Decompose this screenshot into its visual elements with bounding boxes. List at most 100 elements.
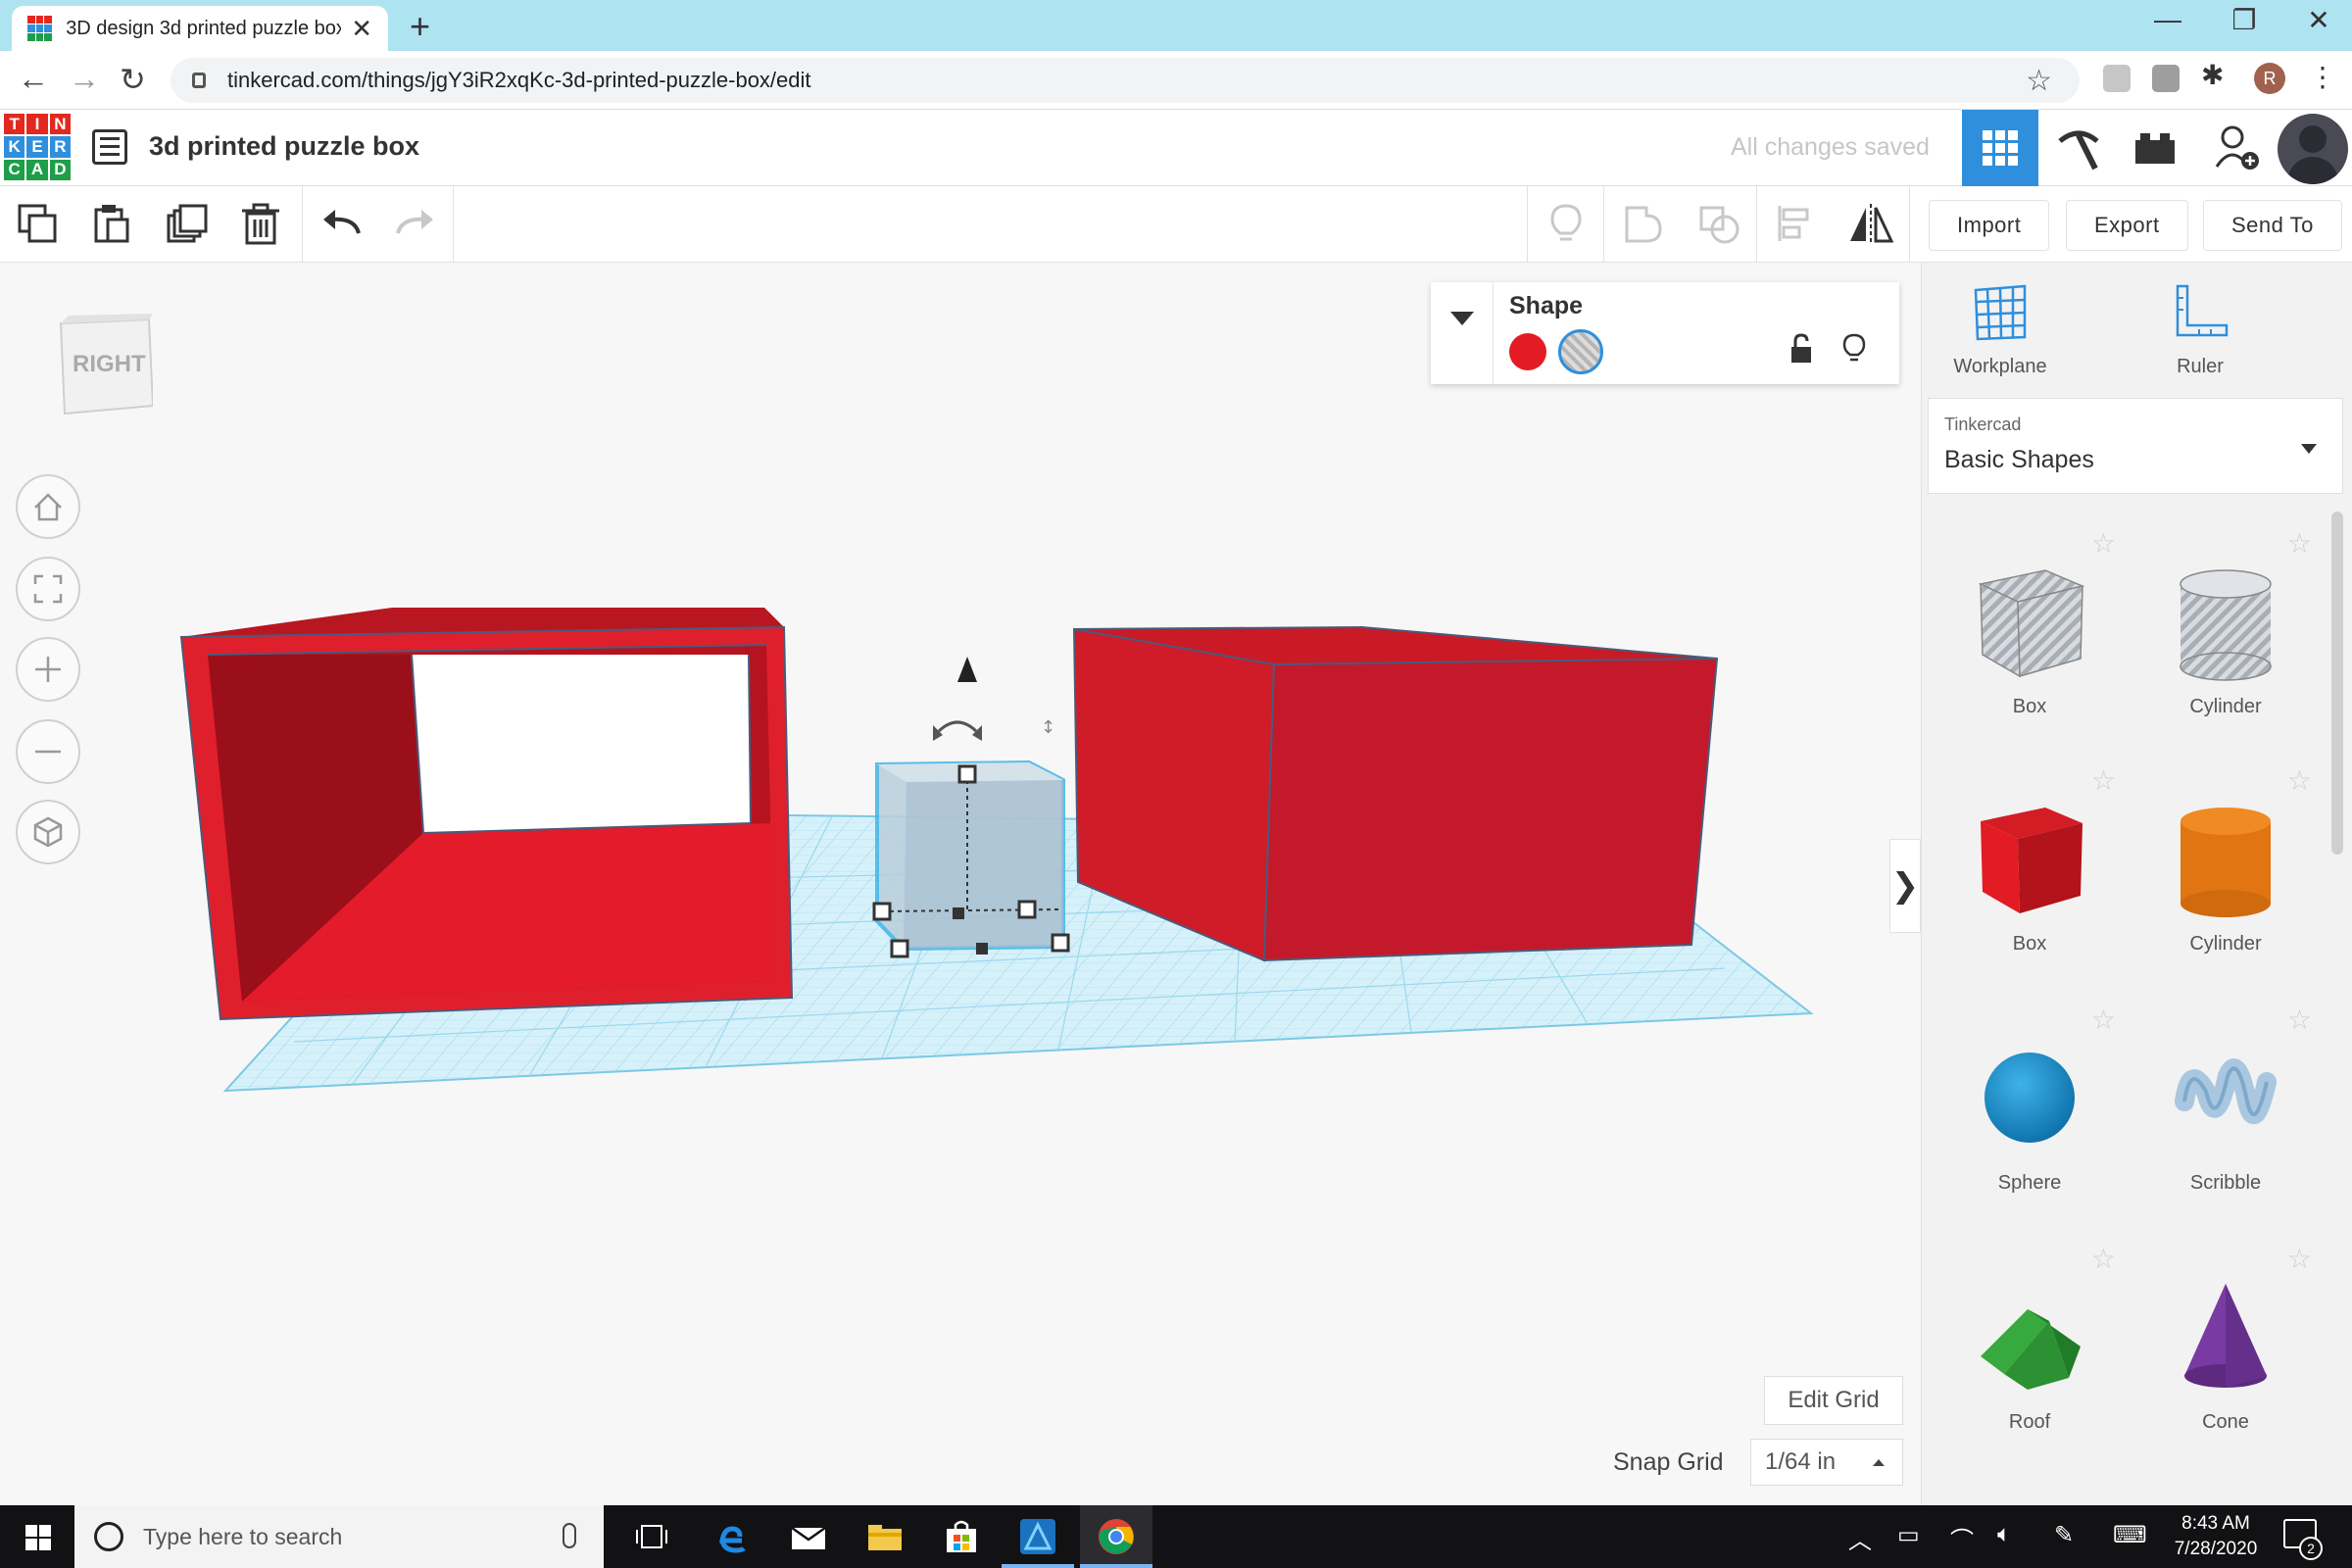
new-tab-button[interactable]: + <box>410 6 430 47</box>
logo-letter: T <box>4 114 25 135</box>
file-explorer-app[interactable] <box>849 1505 921 1568</box>
favorite-star-icon[interactable]: ☆ <box>2091 1004 2116 1036</box>
favorite-star-icon[interactable]: ☆ <box>2091 1243 2116 1275</box>
store-icon <box>947 1520 976 1552</box>
bricks-view-button[interactable] <box>2117 110 2193 186</box>
user-avatar[interactable] <box>2278 114 2348 184</box>
favorite-star-icon[interactable]: ☆ <box>2287 1243 2312 1275</box>
lock-icon[interactable] <box>1788 333 1815 367</box>
workplane-viewport[interactable]: ↕ RIGHT Shape Edit Grid Snap Grid 1/64 i… <box>0 263 1921 1505</box>
perspective-button[interactable] <box>16 800 80 864</box>
edit-grid-button[interactable]: Edit Grid <box>1764 1376 1903 1425</box>
edge-app[interactable] <box>694 1505 766 1568</box>
chrome-app[interactable] <box>1080 1505 1152 1568</box>
forward-arrow-icon[interactable]: → <box>69 61 100 97</box>
shape-scribble[interactable]: ☆ Scribble <box>2128 1004 2324 1239</box>
favorite-star-icon[interactable]: ☆ <box>2091 764 2116 797</box>
undo-button[interactable] <box>318 200 365 247</box>
extension-icon[interactable] <box>2152 65 2180 92</box>
favorite-star-icon[interactable]: ☆ <box>2287 527 2312 560</box>
favorite-star-icon[interactable]: ☆ <box>2287 1004 2312 1036</box>
shape-cylinder-hole[interactable]: ☆ Cylinder <box>2128 527 2324 762</box>
workplane-tool[interactable]: Workplane <box>1922 284 2079 378</box>
blocks-view-button[interactable] <box>2040 110 2117 186</box>
ruler-tool[interactable]: Ruler <box>2122 284 2278 378</box>
puzzle-extensions-icon[interactable]: ✱ <box>2201 59 2229 90</box>
panel-collapse-tab[interactable]: ❯ <box>1889 839 1921 933</box>
shape-box-hole[interactable]: ☆ Box <box>1932 527 2128 762</box>
extension-icon[interactable] <box>2103 65 2131 92</box>
shape-sphere[interactable]: ☆ Sphere <box>1932 1004 2128 1239</box>
lightbulb-icon[interactable] <box>1840 333 1868 367</box>
microphone-icon[interactable] <box>563 1523 576 1548</box>
notes-button[interactable] <box>1543 200 1590 247</box>
store-app[interactable] <box>925 1505 998 1568</box>
ungroup-icon <box>1699 206 1740 244</box>
delete-button[interactable] <box>237 200 284 247</box>
fit-view-button[interactable] <box>16 557 80 621</box>
paste-button[interactable] <box>88 200 135 247</box>
close-window-button[interactable]: ✕ <box>2279 4 2352 36</box>
back-arrow-icon[interactable]: ← <box>18 61 49 97</box>
logo-letter: C <box>4 159 25 180</box>
taskbar-search[interactable]: Type here to search <box>74 1505 604 1568</box>
inspector-collapse-button[interactable] <box>1431 282 1494 384</box>
browser-menu-icon[interactable]: ⋮ <box>2309 61 2336 93</box>
shape-roof[interactable]: ☆ Roof <box>1932 1243 2128 1478</box>
tab-close-icon[interactable]: ✕ <box>351 14 372 44</box>
import-button[interactable]: Import <box>1929 200 2050 251</box>
wifi-icon[interactable]: ⌒ <box>1950 1521 1974 1555</box>
snap-grid-label: Snap Grid <box>1613 1448 1724 1476</box>
volume-icon[interactable]: 🔈︎ <box>1997 1521 2011 1548</box>
align-button[interactable] <box>1772 200 1819 247</box>
shape-box[interactable]: ☆ Box <box>1932 764 2128 1000</box>
invite-user-button[interactable] <box>2199 110 2276 186</box>
omnibox[interactable]: tinkercad.com/things/jgY3iR2xqKc-3d-prin… <box>171 58 2080 103</box>
panel-scrollbar[interactable] <box>2331 512 2343 855</box>
profile-avatar[interactable]: R <box>2254 63 2285 94</box>
mail-app[interactable] <box>772 1505 845 1568</box>
tinkercad-favicon-icon <box>27 16 53 41</box>
home-view-button[interactable] <box>16 474 80 539</box>
reload-icon[interactable]: ↻ <box>120 61 146 98</box>
mirror-button[interactable] <box>1846 200 1893 247</box>
duplicate-button[interactable] <box>163 200 210 247</box>
3d-design-view-button[interactable] <box>1962 110 2038 186</box>
browser-tab[interactable]: 3D design 3d printed puzzle box ✕ <box>12 6 388 51</box>
copy-button[interactable] <box>14 200 61 247</box>
3d-scene[interactable]: ↕ <box>0 263 1921 1505</box>
solid-color-swatch[interactable] <box>1509 333 1546 370</box>
pen-icon[interactable]: ✎ <box>2054 1521 2074 1549</box>
favorite-star-icon[interactable]: ☆ <box>2091 527 2116 560</box>
view-cube[interactable]: RIGHT <box>55 312 155 419</box>
shape-name: Box <box>2012 696 2047 717</box>
group-button[interactable] <box>1619 200 1666 247</box>
show-hidden-icons-icon[interactable]: ︿ <box>1848 1521 1872 1555</box>
snap-grid-select[interactable]: 1/64 in <box>1750 1439 1903 1486</box>
battery-icon[interactable]: ▭ <box>1897 1521 1920 1549</box>
affinity-app[interactable] <box>1002 1505 1074 1568</box>
design-title[interactable]: 3d printed puzzle box <box>149 131 419 162</box>
bookmark-star-icon[interactable]: ☆ <box>2026 64 2052 98</box>
url-text[interactable]: tinkercad.com/things/jgY3iR2xqKc-3d-prin… <box>227 68 811 93</box>
shape-cylinder[interactable]: ☆ Cylinder <box>2128 764 2324 1000</box>
maximize-button[interactable]: ❐ <box>2205 4 2283 36</box>
zoom-in-button[interactable] <box>16 637 80 702</box>
send-to-button[interactable]: Send To <box>2203 200 2342 251</box>
windows-start-icon[interactable] <box>25 1525 51 1550</box>
shape-library-select[interactable]: Tinkercad Basic Shapes <box>1928 398 2343 494</box>
redo-button[interactable] <box>392 200 439 247</box>
shape-cone[interactable]: ☆ Cone <box>2128 1243 2324 1478</box>
favorite-star-icon[interactable]: ☆ <box>2287 764 2312 797</box>
tinkercad-logo[interactable]: T I N K E R C A D <box>4 114 71 180</box>
ungroup-button[interactable] <box>1695 200 1742 247</box>
design-list-icon[interactable] <box>92 129 127 165</box>
system-clock[interactable]: 8:43 AM 7/28/2020 <box>2162 1511 2270 1562</box>
task-view-button[interactable] <box>615 1505 688 1568</box>
hole-swatch[interactable] <box>1558 329 1603 374</box>
minus-icon <box>35 750 61 754</box>
keyboard-icon[interactable]: ⌨ <box>2113 1521 2147 1549</box>
export-button[interactable]: Export <box>2066 200 2188 251</box>
zoom-out-button[interactable] <box>16 719 80 784</box>
minimize-button[interactable]: — <box>2129 4 2207 35</box>
